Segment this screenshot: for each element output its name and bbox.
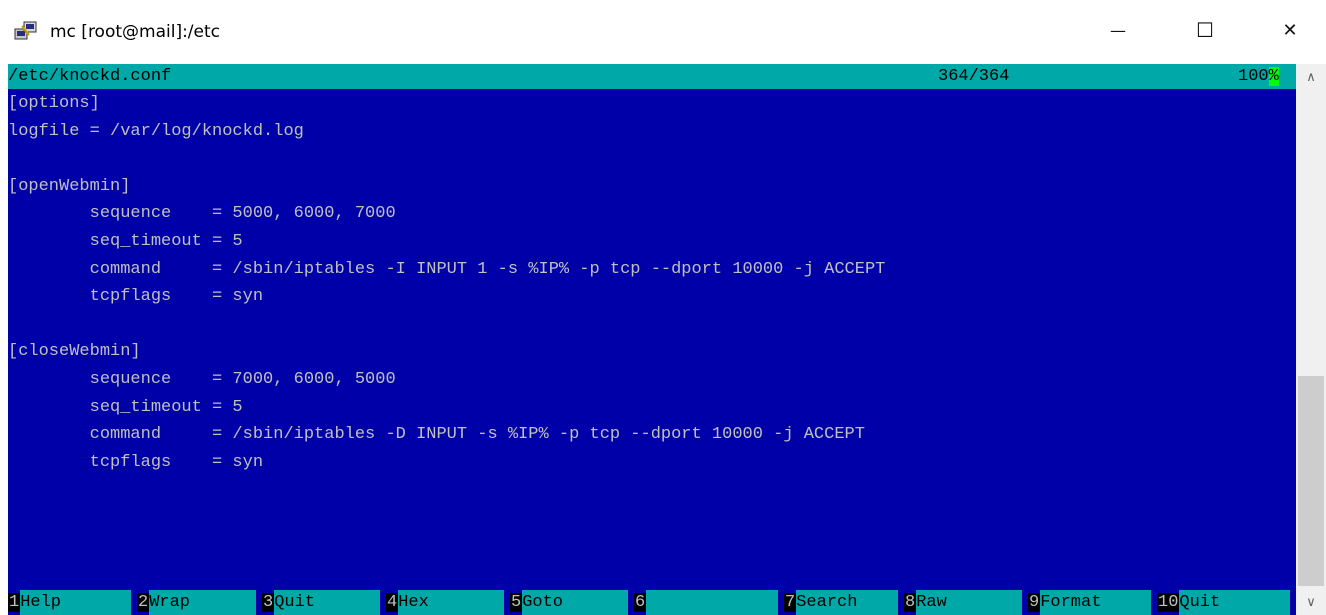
- content-line: [8, 311, 1296, 339]
- fkey-2[interactable]: 2Wrap: [137, 590, 257, 615]
- fkey-3[interactable]: 3Quit: [262, 590, 381, 615]
- content-line: seq_timeout = 5: [8, 397, 243, 417]
- fkey-label: Quit: [1179, 590, 1291, 615]
- content-line: tcpflags = syn: [8, 452, 264, 472]
- line-position: 364/364: [938, 67, 1010, 86]
- fkey-label: Wrap: [149, 590, 257, 615]
- fkey-number: 1: [8, 593, 21, 612]
- content-line: sequence = 5000, 6000, 7000: [8, 204, 396, 224]
- content-line: [options]: [8, 94, 100, 113]
- content-line: tcpflags = syn: [8, 287, 264, 307]
- fkey-6[interactable]: 6: [634, 590, 779, 615]
- fkey-9[interactable]: 9Format: [1028, 590, 1152, 615]
- content-line: [openWebmin]: [8, 176, 131, 196]
- fkey-number: 10: [1157, 593, 1180, 612]
- fkey-label: Hex: [398, 590, 505, 615]
- fkey-5[interactable]: 5Goto: [510, 590, 629, 615]
- scroll-down-button[interactable]: ∨: [1296, 591, 1326, 613]
- window-title: mc [root@mail]:/etc: [50, 22, 221, 42]
- fkey-number: 2: [137, 593, 150, 612]
- fkey-label: Quit: [274, 590, 381, 615]
- fkey-label: Goto: [522, 590, 629, 615]
- fkey-label: Format: [1040, 590, 1152, 615]
- fkey-number: 4: [386, 593, 399, 612]
- vertical-scrollbar[interactable]: ∧ ∨: [1296, 64, 1326, 615]
- scroll-up-button[interactable]: ∧: [1296, 66, 1326, 88]
- percent-indicator: 100%: [1238, 64, 1279, 89]
- fkey-label: Help: [20, 590, 132, 615]
- fkey-1[interactable]: 1Help: [8, 590, 132, 615]
- percent-sign: %: [1268, 67, 1279, 86]
- maximize-button[interactable]: ☐: [1175, 0, 1235, 60]
- fkey-number: 7: [784, 593, 797, 612]
- maximize-icon: ☐: [1196, 18, 1214, 42]
- terminal[interactable]: /etc/knockd.conf 364/364 100% [options] l…: [8, 64, 1296, 615]
- fkey-label: [646, 590, 779, 615]
- content-line: command = /sbin/iptables -D INPUT -s %IP…: [8, 425, 865, 445]
- content-line: command = /sbin/iptables -I INPUT 1 -s %…: [8, 259, 886, 279]
- fkey-number: 9: [1028, 593, 1041, 612]
- fkey-7[interactable]: 7Search: [784, 590, 899, 615]
- minimize-icon: —: [1110, 20, 1126, 40]
- chevron-down-icon: ∨: [1306, 594, 1316, 610]
- content-line: [closeWebmin]: [8, 342, 141, 362]
- content-line: sequence = 7000, 6000, 5000: [8, 369, 396, 389]
- minimize-button[interactable]: —: [1088, 0, 1148, 60]
- file-content: [options] logfile = /var/log/knockd.log [o…: [8, 90, 1296, 476]
- fkey-10[interactable]: 10Quit: [1157, 590, 1291, 615]
- function-key-bar: 1Help 2Wrap 3Quit 4Hex 5Goto 6 7Search 8R…: [8, 590, 1296, 615]
- close-icon: ✕: [1282, 19, 1298, 41]
- putty-icon[interactable]: [14, 20, 38, 42]
- fkey-label: Search: [796, 590, 899, 615]
- percent-value: 100: [1238, 67, 1269, 86]
- fkey-number: 6: [634, 593, 647, 612]
- title-bar: mc [root@mail]:/etc — ☐ ✕: [0, 0, 1326, 60]
- fkey-label: Raw: [916, 590, 1023, 615]
- fkey-number: 3: [262, 593, 275, 612]
- content-line: [8, 145, 1296, 173]
- fkey-number: 5: [510, 593, 523, 612]
- content-line: seq_timeout = 5: [8, 231, 243, 251]
- fkey-4[interactable]: 4Hex: [386, 590, 505, 615]
- fkey-number: 8: [904, 593, 917, 612]
- file-path: /etc/knockd.conf: [8, 67, 172, 86]
- content-line: logfile = /var/log/knockd.log: [8, 121, 304, 141]
- viewer-status-bar: /etc/knockd.conf 364/364 100%: [8, 64, 1296, 89]
- scroll-thumb[interactable]: [1298, 376, 1324, 586]
- close-button[interactable]: ✕: [1260, 0, 1320, 60]
- fkey-8[interactable]: 8Raw: [904, 590, 1023, 615]
- chevron-up-icon: ∧: [1306, 69, 1316, 85]
